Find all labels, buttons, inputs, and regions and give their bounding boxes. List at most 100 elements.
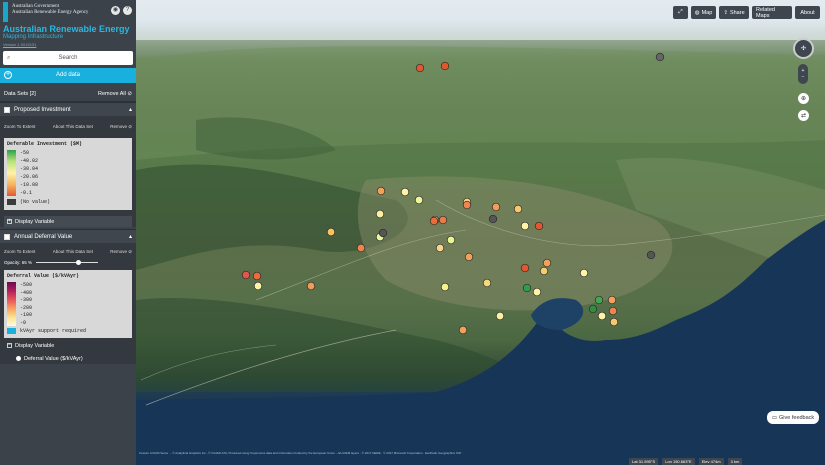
zoom-control[interactable]: + − bbox=[798, 64, 808, 84]
variable-option-label: Deferral Value ($/kVAyr) bbox=[24, 355, 83, 362]
site-marker[interactable] bbox=[446, 235, 456, 245]
about-dataset-button[interactable]: About This Data Set bbox=[53, 249, 93, 254]
site-marker[interactable] bbox=[241, 270, 251, 280]
share-circle-icon[interactable]: ◉ bbox=[111, 6, 120, 15]
legend-title: Deferable Investment ($M) bbox=[7, 141, 83, 147]
panel-title-bar[interactable]: Proposed Investment ▴ bbox=[0, 103, 136, 116]
site-marker[interactable] bbox=[415, 63, 425, 73]
site-marker[interactable] bbox=[375, 209, 385, 219]
site-marker[interactable] bbox=[542, 258, 552, 268]
zoom-to-extent-button[interactable]: Zoom To Extent bbox=[4, 249, 35, 254]
zoom-out-icon[interactable]: − bbox=[802, 74, 805, 80]
panel-title: Annual Deferral Value bbox=[14, 233, 73, 240]
site-marker[interactable] bbox=[414, 195, 424, 205]
opacity-slider[interactable] bbox=[36, 259, 99, 265]
site-marker[interactable] bbox=[522, 283, 532, 293]
visibility-checkbox[interactable] bbox=[4, 106, 10, 113]
site-marker[interactable] bbox=[253, 281, 263, 291]
expand-icon: ⤢ bbox=[678, 9, 683, 15]
site-marker[interactable] bbox=[376, 186, 386, 196]
fullscreen-button[interactable]: ⤢ bbox=[673, 6, 688, 19]
site-marker[interactable] bbox=[435, 243, 445, 253]
site-marker[interactable] bbox=[326, 227, 336, 237]
panel-title-bar[interactable]: Annual Deferral Value ▴ bbox=[0, 230, 136, 243]
opacity-slider-handle[interactable] bbox=[76, 259, 82, 265]
site-marker[interactable] bbox=[597, 311, 607, 321]
elevation-readout: Elev 474m bbox=[698, 458, 724, 465]
about-label: About bbox=[800, 9, 815, 16]
search-input[interactable]: ⌕ Search bbox=[3, 51, 133, 65]
legend-tick: -400 bbox=[20, 289, 33, 296]
site-marker[interactable] bbox=[608, 306, 618, 316]
site-marker[interactable] bbox=[378, 228, 388, 238]
related-maps-button[interactable]: Related Maps bbox=[752, 6, 792, 19]
site-marker[interactable] bbox=[607, 295, 617, 305]
site-marker[interactable] bbox=[356, 243, 366, 253]
share-button[interactable]: ⇪ Share bbox=[719, 6, 749, 19]
help-icon[interactable]: ? bbox=[123, 6, 132, 15]
legend-ticks: -500 -400 -300 -200 -100 -0 bbox=[20, 282, 32, 326]
variable-option-radio[interactable]: Deferral Value ($/kVAyr) bbox=[4, 353, 132, 364]
remove-all-button[interactable]: Remove All ⊘ bbox=[98, 91, 132, 97]
collapse-icon[interactable]: ▴ bbox=[129, 106, 132, 113]
site-marker[interactable] bbox=[588, 304, 598, 314]
site-marker[interactable] bbox=[609, 317, 619, 327]
display-variable-toggle[interactable]: + Display Variable bbox=[4, 216, 132, 227]
site-marker[interactable] bbox=[252, 271, 262, 281]
app: Australian Government Australian Renewab… bbox=[0, 0, 825, 465]
about-button[interactable]: About bbox=[795, 6, 820, 19]
legend-color-ramp bbox=[7, 282, 16, 326]
site-marker[interactable] bbox=[462, 200, 472, 210]
site-marker[interactable] bbox=[520, 221, 530, 231]
site-marker[interactable] bbox=[306, 281, 316, 291]
site-marker[interactable] bbox=[429, 216, 439, 226]
site-marker[interactable] bbox=[539, 266, 549, 276]
collapse-icon[interactable]: ▴ bbox=[129, 233, 132, 240]
split-view-button[interactable]: ⇄ bbox=[798, 110, 809, 121]
gov-line-2: Australian Renewable Energy Agency bbox=[12, 10, 89, 15]
about-dataset-button[interactable]: About This Data Set bbox=[53, 124, 93, 129]
site-marker[interactable] bbox=[438, 215, 448, 225]
site-marker[interactable] bbox=[534, 221, 544, 231]
site-marker[interactable] bbox=[464, 252, 474, 262]
my-location-button[interactable]: ⊕ bbox=[798, 93, 809, 104]
sidebar: Australian Government Australian Renewab… bbox=[0, 0, 136, 465]
no-value-swatch bbox=[7, 199, 16, 205]
add-data-button[interactable]: + Add data bbox=[0, 68, 136, 83]
site-marker[interactable] bbox=[440, 61, 450, 71]
map-viewport[interactable]: ⤢ ◍ Map ⇪ Share Related Maps About ✣ + − ⊕… bbox=[136, 0, 825, 465]
site-marker[interactable] bbox=[440, 282, 450, 292]
opacity-label: Opacity: 65 % bbox=[4, 259, 33, 265]
site-marker[interactable] bbox=[532, 287, 542, 297]
panel-actions: Zoom To Extent About This Data Set Remov… bbox=[0, 246, 136, 257]
datasets-header: Data Sets [2] Remove All ⊘ bbox=[0, 87, 136, 102]
map-credits[interactable]: Cesium ArcGIS Serve ... © Analytical Gra… bbox=[139, 451, 659, 455]
site-marker[interactable] bbox=[655, 52, 665, 62]
site-marker[interactable] bbox=[513, 204, 523, 214]
remove-button[interactable]: Remove ⊘ bbox=[110, 124, 132, 130]
site-marker[interactable] bbox=[491, 202, 501, 212]
site-marker[interactable] bbox=[482, 278, 492, 288]
site-marker[interactable] bbox=[579, 268, 589, 278]
compass-control[interactable]: ✣ bbox=[793, 38, 814, 59]
map-settings-button[interactable]: ◍ Map bbox=[691, 6, 716, 19]
site-marker[interactable] bbox=[488, 214, 498, 224]
version-link[interactable]: Version 1.0015131 bbox=[3, 42, 36, 47]
remove-button[interactable]: Remove ⊘ bbox=[110, 249, 132, 255]
search-placeholder: Search bbox=[58, 55, 78, 61]
display-variable-toggle[interactable]: − Display Variable bbox=[4, 340, 132, 351]
site-marker[interactable] bbox=[594, 295, 604, 305]
visibility-checkbox[interactable] bbox=[4, 233, 10, 240]
dataset-panel-proposed-investment: Proposed Investment ▴ Zoom To Extent Abo… bbox=[0, 102, 136, 227]
legend-tick: -10.08 bbox=[20, 182, 39, 188]
search-icon: ⌕ bbox=[7, 55, 11, 61]
zoom-to-extent-button[interactable]: Zoom To Extent bbox=[4, 124, 35, 129]
site-marker[interactable] bbox=[520, 263, 530, 273]
site-marker[interactable] bbox=[495, 311, 505, 321]
site-marker[interactable] bbox=[400, 187, 410, 197]
brand-header: Australian Government Australian Renewab… bbox=[0, 0, 136, 50]
give-feedback-button[interactable]: ▭ Give feedback bbox=[767, 411, 819, 424]
legend-novalue: (No value) bbox=[20, 199, 51, 205]
site-marker[interactable] bbox=[458, 325, 468, 335]
site-marker[interactable] bbox=[646, 250, 656, 260]
